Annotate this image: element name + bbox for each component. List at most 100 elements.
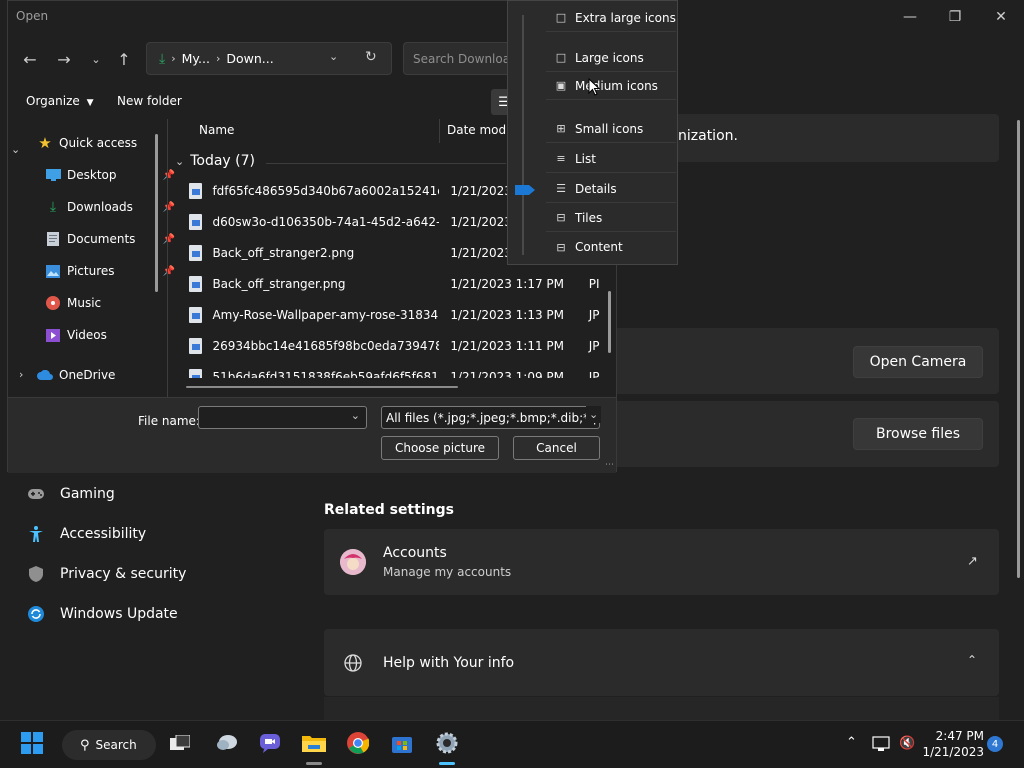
menu-item-small-icons[interactable]: ⊞ Small icons: [546, 115, 676, 143]
menu-item-tiles[interactable]: ⊟ Tiles: [546, 204, 676, 232]
back-button[interactable]: ←: [16, 47, 44, 71]
menu-item-list[interactable]: ≡ List: [546, 145, 676, 173]
music-icon: [45, 295, 61, 311]
pane-divider: [167, 119, 168, 397]
recent-locations-button[interactable]: ⌄: [82, 47, 110, 71]
list-scrollbar[interactable]: [608, 291, 611, 353]
nav-item-gaming[interactable]: Gaming: [26, 476, 115, 512]
maximize-button[interactable]: ❐: [932, 6, 978, 28]
breadcrumb-item[interactable]: Down...: [226, 51, 273, 66]
tree-quick-access[interactable]: ★ Quick access: [37, 127, 167, 159]
nav-item-accessibility[interactable]: Accessibility: [26, 516, 146, 552]
menu-item-medium-icons[interactable]: ▣ Medium icons: [546, 72, 676, 100]
store-button[interactable]: [386, 728, 418, 760]
chrome-button[interactable]: [342, 728, 374, 760]
taskbar-search-label: Search: [95, 738, 137, 752]
settings-scrollbar[interactable]: [1017, 120, 1020, 578]
menu-item-label: Small icons: [575, 121, 644, 136]
browse-files-button[interactable]: Browse files: [853, 418, 983, 450]
column-header-date[interactable]: Date modif: [447, 123, 514, 137]
speaker-muted-icon[interactable]: 🔇: [899, 736, 915, 751]
list-item[interactable]: Back_off_stranger.png 1/21/2023 1:17 PM …: [176, 268, 608, 299]
network-icon[interactable]: [872, 736, 890, 755]
up-button[interactable]: ↑: [110, 47, 138, 71]
menu-item-content[interactable]: ⊟ Content: [546, 233, 676, 261]
list-item[interactable]: Amy-Rose-Wallpaper-amy-rose-3183473... 1…: [176, 299, 608, 330]
list-item[interactable]: 51b6da6fd3151838f6eb59afd6f5f681.jpg 1/2…: [176, 361, 608, 378]
organize-button[interactable]: Organize ▼: [26, 94, 94, 108]
view-slider-thumb[interactable]: [515, 185, 535, 195]
tree-videos[interactable]: Videos: [45, 319, 175, 351]
clock-time: 2:47 PM: [935, 729, 984, 743]
chevron-right-icon: ›: [171, 52, 176, 65]
store-icon: [392, 733, 412, 756]
file-type-select[interactable]: All files (*.jpg;*.jpeg;*.bmp;*.dib;*.pn…: [381, 406, 600, 429]
file-type-value: All files (*.jpg;*.jpeg;*.bmp;*.dib;*.pn…: [386, 410, 600, 425]
chevron-up-icon[interactable]: ⌃: [967, 653, 977, 667]
expand-onedrive-icon[interactable]: ›: [19, 368, 23, 381]
task-view-button[interactable]: [164, 728, 196, 760]
column-header-name[interactable]: Name: [199, 123, 234, 137]
clock[interactable]: 2:47 PM 1/21/2023: [922, 728, 984, 760]
group-header-today[interactable]: ⌄ Today (7): [175, 153, 255, 169]
details-icon: ☰: [556, 182, 566, 195]
search-icon: ⚲: [80, 737, 90, 753]
expand-quick-access-icon[interactable]: ⌄: [11, 143, 20, 156]
menu-item-label: Details: [575, 181, 617, 196]
desktop-icon: [45, 167, 61, 183]
chevron-right-icon: ›: [215, 52, 221, 65]
list-item[interactable]: 26934bbc14e41685f98bc0eda7394783.jpg 1/2…: [176, 330, 608, 361]
menu-item-extra-large-icons[interactable]: □ Extra large icons: [546, 4, 676, 32]
nav-item-privacy[interactable]: Privacy & security: [26, 556, 186, 592]
minimize-button[interactable]: —: [887, 6, 933, 28]
pin-icon: 📌: [162, 265, 175, 277]
nav-label: Accessibility: [60, 526, 147, 542]
breadcrumb-item[interactable]: My...: [182, 51, 210, 66]
horizontal-scrollbar[interactable]: [186, 386, 458, 388]
widgets-button[interactable]: [211, 728, 243, 760]
tree-scrollbar[interactable]: [155, 134, 158, 292]
accounts-card[interactable]: Accounts Manage my accounts ↗: [324, 529, 999, 595]
taskbar-search[interactable]: ⚲ Search: [62, 730, 156, 760]
file-date: 1/21/2023 1:11 PM: [450, 338, 565, 353]
tree-onedrive[interactable]: OneDrive: [37, 359, 167, 391]
open-camera-button[interactable]: Open Camera: [853, 346, 983, 378]
view-slider-track[interactable]: [522, 15, 524, 255]
menu-item-large-icons[interactable]: □ Large icons: [546, 44, 676, 72]
search-input[interactable]: [413, 51, 522, 66]
resize-grip-icon[interactable]: ⋯: [605, 460, 614, 470]
file-name-field[interactable]: ⌄: [198, 406, 367, 429]
close-button[interactable]: ✕: [978, 6, 1024, 28]
address-bar[interactable]: ⤓ › My... › Down... ⌄ ↻: [146, 42, 392, 75]
tiles-icon: ⊟: [556, 211, 566, 224]
settings-button[interactable]: [431, 728, 463, 760]
nav-item-windows-update[interactable]: Windows Update: [26, 596, 178, 632]
chat-button[interactable]: [254, 728, 286, 760]
menu-item-label: Tiles: [575, 210, 603, 225]
chevron-down-icon[interactable]: ⌄: [351, 409, 360, 422]
image-file-icon: [189, 337, 203, 354]
file-explorer-button[interactable]: [298, 728, 330, 760]
help-card[interactable]: Help with Your info ⌃: [324, 629, 999, 696]
new-folder-button[interactable]: New folder: [117, 94, 182, 108]
tree-label: Quick access: [59, 136, 138, 150]
chevron-down-icon[interactable]: ⌄: [586, 406, 602, 423]
address-dropdown-icon[interactable]: ⌄: [329, 50, 338, 63]
update-icon: [26, 604, 46, 624]
download-icon: ⤓: [49, 199, 57, 215]
file-type: JP: [588, 369, 600, 379]
start-button[interactable]: [16, 728, 48, 760]
star-icon: ★: [38, 134, 52, 152]
choose-picture-button[interactable]: Choose picture: [381, 436, 499, 460]
file-name-label: File name:: [138, 414, 200, 428]
chevron-up-icon[interactable]: ⌃: [846, 735, 857, 750]
chat-icon: [259, 733, 281, 756]
refresh-icon[interactable]: ↻: [365, 49, 377, 65]
menu-item-label: List: [575, 151, 596, 166]
search-field[interactable]: [403, 42, 523, 75]
notification-badge[interactable]: 4: [987, 736, 1003, 752]
cancel-button[interactable]: Cancel: [513, 436, 600, 460]
menu-item-details[interactable]: ☰ Details: [546, 175, 676, 203]
list-clip: 51b6da6fd3151838f6eb59afd6f5f681.jpg 1/2…: [176, 361, 608, 378]
forward-button[interactable]: →: [50, 47, 78, 71]
